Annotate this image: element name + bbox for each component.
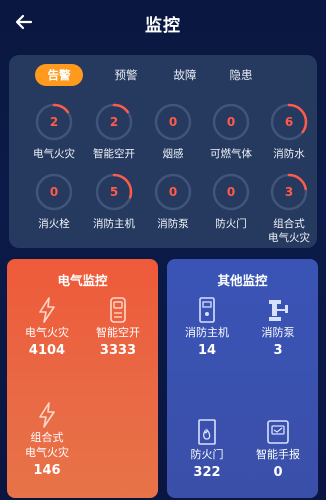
alarm-label: 电气火灾 — [33, 148, 75, 160]
alarm-count: 6 — [284, 115, 294, 129]
alarm-item[interactable]: 2 电气火灾 — [24, 102, 84, 161]
progress-ring: 0 — [153, 172, 193, 212]
alarm-count: 0 — [49, 185, 59, 199]
alarm-item[interactable]: 0 可燃气体 — [201, 102, 261, 161]
electrical-monitor-card: 电气监控 电气火灾 4104 智能空开 3333 组合式 电气火灾 146 — [7, 259, 158, 498]
page-title: 监控 — [145, 16, 181, 36]
item-value: 322 — [193, 465, 221, 480]
alarm-label: 组合式 电气火灾 — [268, 218, 310, 244]
item-value: 3 — [273, 343, 283, 358]
tab-hazard[interactable]: 隐患 — [217, 64, 265, 86]
lightning-icon — [39, 297, 55, 323]
alarm-count: 0 — [226, 185, 236, 199]
alarm-panel: 告警 预警 故障 隐患 2 电气火灾 2 智能空开 0 烟感 0 可燃气体 6 消防水 0 消火栓 5 消… — [9, 55, 317, 248]
item-label: 消防主机 — [185, 326, 229, 339]
alarm-label: 可燃气体 — [210, 148, 252, 160]
fire-door-icon — [198, 419, 216, 445]
progress-ring: 0 — [211, 102, 251, 142]
alarm-label: 消防主机 — [93, 218, 135, 230]
combined-electrical-fire-item[interactable]: 组合式 电气火灾 146 — [12, 402, 82, 478]
progress-ring: 0 — [153, 102, 193, 142]
electrical-fire-item[interactable]: 电气火灾 4104 — [12, 297, 82, 358]
alarm-label: 烟感 — [162, 148, 184, 160]
alarm-label: 消防水 — [273, 148, 305, 160]
alarm-item[interactable]: 2 智能空开 — [84, 102, 144, 161]
alarm-count: 0 — [168, 115, 178, 129]
progress-ring: 3 — [269, 172, 309, 212]
electrical-card-title: 电气监控 — [57, 273, 108, 288]
smart-breaker-icon — [110, 297, 126, 323]
other-card-title: 其他监控 — [217, 273, 268, 288]
tab-bar: 告警 预警 故障 隐患 — [9, 64, 317, 86]
other-monitor-card: 其他监控 消防主机 14 消防泵 3 防火门 322 智能手报 0 — [167, 259, 318, 498]
alarm-item[interactable]: 0 消火栓 — [24, 172, 84, 231]
alarm-item[interactable]: 5 消防主机 — [84, 172, 144, 231]
alarm-count: 3 — [284, 185, 294, 199]
alarm-count: 0 — [226, 115, 236, 129]
item-label: 智能空开 — [96, 326, 140, 339]
fire-host-item[interactable]: 消防主机 14 — [172, 297, 242, 358]
alarm-item[interactable]: 0 防火门 — [201, 172, 261, 231]
progress-ring: 2 — [34, 102, 74, 142]
alarm-count: 0 — [168, 185, 178, 199]
progress-ring: 2 — [94, 102, 134, 142]
item-value: 146 — [33, 463, 61, 478]
item-value: 0 — [273, 465, 283, 480]
item-value: 3333 — [99, 343, 137, 358]
tab-fault[interactable]: 故障 — [161, 64, 209, 86]
item-value: 4104 — [28, 343, 66, 358]
alarm-item[interactable]: 0 消防泵 — [143, 172, 203, 231]
smart-breaker-item[interactable]: 智能空开 3333 — [83, 297, 153, 358]
smart-alarm-item[interactable]: 智能手报 0 — [243, 419, 313, 480]
lightning-icon — [39, 402, 55, 428]
item-label: 组合式 电气火灾 — [25, 431, 69, 459]
alarm-count: 5 — [109, 185, 119, 199]
alarm-item[interactable]: 0 烟感 — [143, 102, 203, 161]
item-label: 智能手报 — [256, 448, 300, 461]
alarm-item[interactable]: 3 组合式 电气火灾 — [259, 172, 319, 245]
alarm-label: 防火门 — [215, 218, 247, 230]
item-label: 防火门 — [190, 448, 224, 461]
progress-ring: 6 — [269, 102, 309, 142]
progress-ring: 0 — [211, 172, 251, 212]
tab-warning[interactable]: 预警 — [102, 64, 150, 86]
fire-door-item[interactable]: 防火门 322 — [172, 419, 242, 480]
alarm-label: 消火栓 — [38, 218, 70, 230]
smart-alarm-icon — [267, 420, 289, 444]
alarm-count: 2 — [49, 115, 59, 129]
fire-pump-item[interactable]: 消防泵 3 — [243, 297, 313, 358]
alarm-label: 消防泵 — [157, 218, 189, 230]
progress-ring: 0 — [34, 172, 74, 212]
fire-host-icon — [199, 297, 215, 323]
alarm-item[interactable]: 6 消防水 — [259, 102, 319, 161]
alarm-label: 智能空开 — [93, 148, 135, 160]
top-bar: 监控 — [0, 0, 326, 44]
item-label: 消防泵 — [261, 326, 295, 339]
fire-pump-icon — [269, 300, 288, 321]
item-value: 14 — [197, 343, 217, 358]
progress-ring: 5 — [94, 172, 134, 212]
tab-alarm[interactable]: 告警 — [35, 64, 83, 86]
item-label: 电气火灾 — [25, 326, 69, 339]
alarm-count: 2 — [109, 115, 119, 129]
